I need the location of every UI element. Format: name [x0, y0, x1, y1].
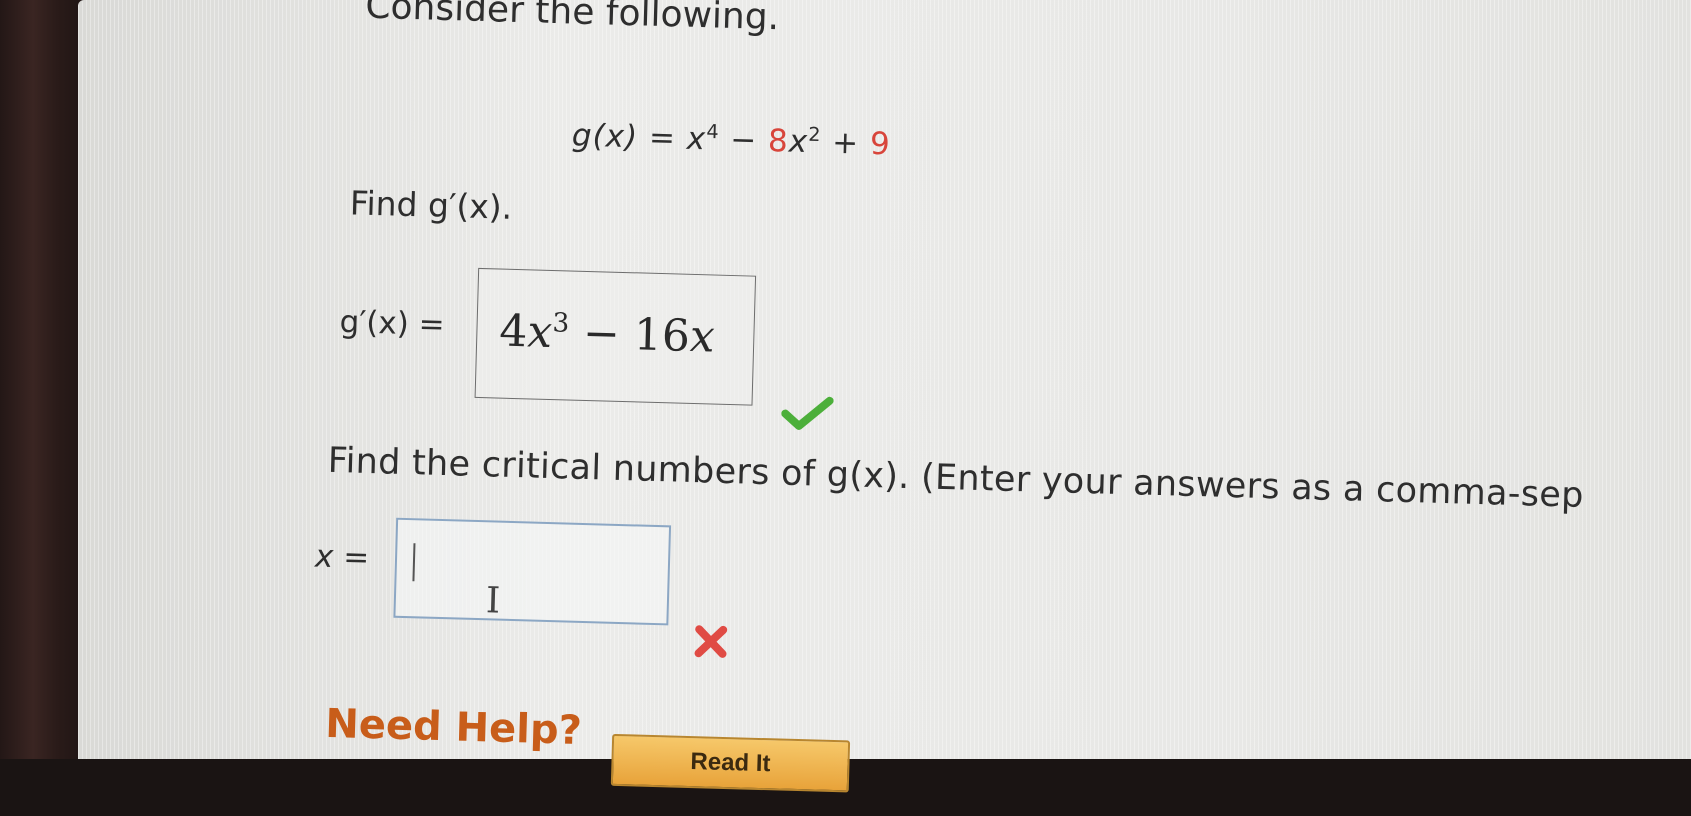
equation-minus: − — [729, 121, 758, 159]
term1-exponent: 4 — [706, 119, 720, 144]
answer-var1: x — [526, 306, 553, 359]
part1-answer: 4x3 − 16x — [499, 306, 716, 363]
term2-exponent: 2 — [808, 122, 822, 147]
question-content: Consider the following. g(x) = x4 − 8x2 … — [0, 0, 1691, 798]
term2-base: x — [788, 123, 809, 161]
part2-prompt: Find the critical numbers of g(x). (Ente… — [327, 440, 1585, 516]
answer-coef2: 16 — [633, 309, 691, 362]
part2-label: x = — [314, 538, 370, 576]
check-icon — [781, 396, 834, 430]
answer-exp1: 3 — [552, 307, 570, 339]
part1-label: g′(x) = — [339, 304, 446, 344]
term1-base: x — [686, 120, 707, 158]
answer-coef1: 4 — [498, 305, 529, 358]
need-help-label: Need Help? — [324, 700, 583, 754]
equation-equals: = — [648, 119, 677, 157]
part1-prompt: Find g′(x). — [349, 183, 513, 227]
equation-constant: 9 — [869, 125, 892, 163]
text-cursor-icon: I — [485, 580, 501, 622]
critical-numbers-input[interactable] — [393, 517, 672, 626]
equation-plus: + — [831, 124, 860, 162]
answer-operator: − — [582, 307, 621, 360]
function-equation: g(x) = x4 − 8x2 + 9 — [571, 118, 891, 163]
cross-icon — [694, 625, 728, 658]
read-it-button[interactable]: Read It — [610, 733, 851, 793]
answer-var2: x — [689, 310, 716, 363]
question-intro: Consider the following. — [364, 0, 780, 39]
equation-lhs: g(x) — [571, 117, 639, 156]
term2-coefficient: 8 — [767, 122, 790, 160]
